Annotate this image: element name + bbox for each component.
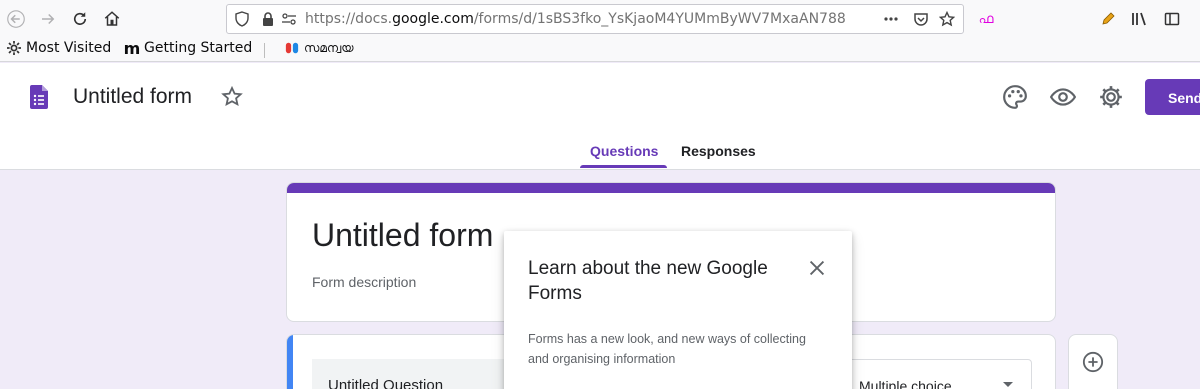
pencil-icon (1102, 12, 1115, 25)
active-tab-indicator (580, 165, 667, 168)
preview-eye-icon[interactable] (1050, 84, 1076, 110)
forms-header: Untitled form Send Questions Responses (0, 63, 1200, 170)
bookmark-favicon-icon (284, 40, 300, 56)
url-bar[interactable]: https://docs.google.com/forms/d/1sBS3fko… (226, 4, 964, 34)
browser-toolbar: https://docs.google.com/forms/d/1sBS3fko… (0, 0, 1200, 38)
tab-questions[interactable]: Questions (590, 143, 658, 159)
question-title-input[interactable]: Untitled Question (312, 359, 532, 389)
question-focus-bar (287, 335, 293, 389)
page-actions-icon[interactable] (883, 11, 899, 27)
m-logo-icon: m (123, 38, 141, 58)
form-title[interactable]: Untitled form (312, 217, 493, 254)
bookmark-star-icon[interactable] (939, 11, 955, 27)
bookmarks-bar: Most Visited m Getting Started സമന്വയ (0, 38, 1200, 62)
add-question-icon[interactable] (1082, 351, 1104, 373)
gear-icon (6, 40, 22, 56)
url-prefix: https://docs. (305, 11, 393, 27)
dialog-title: Learn about the new Google Forms (528, 258, 768, 304)
edit-extension-button[interactable] (1098, 9, 1118, 29)
question-type-value: Multiple choice (859, 378, 952, 389)
back-button[interactable] (4, 7, 28, 31)
home-icon (104, 11, 120, 26)
dropdown-caret-icon (1003, 382, 1013, 387)
sidebar-button[interactable] (1162, 9, 1182, 29)
star-icon[interactable] (220, 85, 244, 109)
back-arrow-icon (7, 10, 25, 28)
reload-button[interactable] (68, 7, 92, 31)
bookmark-label: Getting Started (144, 40, 253, 56)
pocket-icon[interactable] (913, 11, 929, 27)
form-description-field[interactable]: Form description (312, 274, 416, 290)
floating-toolbar (1068, 334, 1118, 389)
permissions-icon[interactable] (281, 11, 297, 27)
url-path: /forms/d/1sBS3fko_YsKjaoM4YUMmByWV7MxaAN… (473, 11, 846, 27)
library-button[interactable] (1130, 9, 1150, 29)
forward-button[interactable] (36, 7, 60, 31)
reload-icon (73, 12, 87, 25)
question-type-select[interactable]: Multiple choice (837, 359, 1032, 389)
bookmark-samanvaya[interactable]: സമന്വയ (284, 40, 354, 56)
settings-gear-icon[interactable] (1098, 84, 1124, 110)
tab-responses[interactable]: Responses (681, 143, 756, 159)
lock-icon[interactable] (260, 11, 276, 27)
forward-arrow-icon (42, 13, 55, 25)
url-text[interactable]: https://docs.google.com/forms/d/1sBS3fko… (305, 11, 877, 27)
send-button[interactable]: Send (1145, 79, 1200, 115)
title-card-accent-bar (287, 183, 1055, 193)
palette-icon[interactable] (1002, 84, 1028, 110)
bookmark-separator (264, 43, 265, 58)
dialog-body: Forms has a new look, and new ways of co… (528, 332, 806, 366)
bookmark-getting-started[interactable]: m Getting Started (123, 38, 253, 58)
bookmark-label: സമന്വയ (304, 40, 354, 55)
home-button[interactable] (100, 7, 124, 31)
bookmark-most-visited[interactable]: Most Visited (6, 40, 111, 56)
url-host: google.com (392, 11, 474, 27)
extension-button[interactable]: ഫ (976, 9, 996, 29)
close-icon[interactable] (806, 257, 828, 279)
document-title[interactable]: Untitled form (73, 85, 192, 109)
shield-icon[interactable] (234, 11, 250, 27)
new-forms-intro-dialog: Learn about the new Google Forms Forms h… (504, 231, 852, 389)
google-forms-logo-icon[interactable] (30, 85, 48, 109)
bookmark-label: Most Visited (26, 40, 112, 56)
library-icon (1132, 12, 1146, 26)
sidebar-icon (1164, 12, 1180, 26)
